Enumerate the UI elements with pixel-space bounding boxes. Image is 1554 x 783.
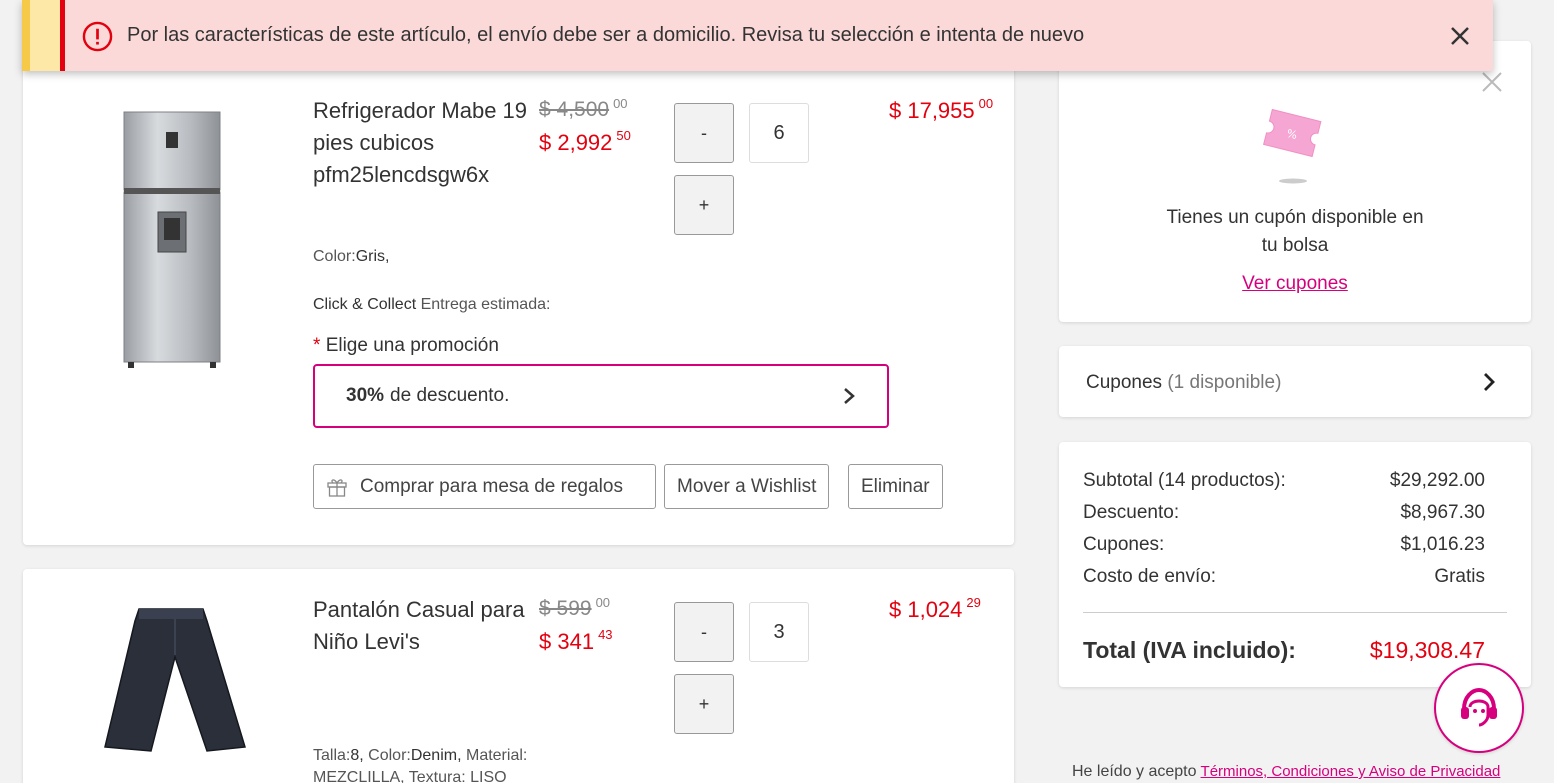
decrease-qty-button[interactable]: - (674, 103, 734, 163)
view-coupons-link[interactable]: Ver cupones (1059, 273, 1531, 295)
attributes-line-2: MEZCLILLA, Textura: LISO (313, 769, 507, 783)
summary-subtotal: Subtotal (14 productos): $29,292.00 (1083, 470, 1485, 491)
order-summary: Subtotal (14 productos): $29,292.00 Descu… (1059, 442, 1531, 687)
attributes: Talla:8, Color:Denim, Material: (313, 747, 528, 764)
gift-registry-button[interactable]: Comprar para mesa de regalos (313, 464, 656, 509)
sale-price: $ 341 43 (539, 627, 613, 654)
summary-shipping: Costo de envío: Gratis (1083, 566, 1485, 587)
move-to-wishlist-button[interactable]: Mover a Wishlist (664, 464, 830, 509)
close-icon[interactable] (1448, 24, 1472, 48)
sale-price: $ 2,992 50 (539, 128, 631, 155)
alert-message: Por las características de este artículo… (127, 24, 1085, 46)
promo-selector[interactable]: 30% de descuento. (313, 364, 889, 428)
decrease-qty-button[interactable]: - (674, 602, 734, 662)
original-price: $ 599 00 (539, 595, 611, 620)
terms-link[interactable]: Términos, Condiciones y Aviso de Privaci… (1201, 763, 1501, 780)
product-name[interactable]: Pantalón Casual para Niño Levi's (313, 594, 533, 658)
quantity-field[interactable]: 6 (749, 103, 809, 163)
cart-item-pants: Pantalón Casual para Niño Levi's $ 599 00… (23, 569, 1014, 783)
line-total: $ 17,955 00 (889, 96, 994, 123)
terms-acceptance: He leído y acepto Términos, Condiciones y… (1072, 763, 1501, 780)
line-total: $ 1,024 29 (889, 595, 981, 622)
help-chat-button[interactable] (1434, 663, 1524, 753)
increase-qty-button[interactable]: + (674, 674, 734, 734)
coupons-row[interactable]: Cupones (1 disponible) (1059, 346, 1531, 417)
original-price: $ 4,500 00 (539, 96, 628, 121)
chevron-right-icon (1484, 373, 1495, 391)
summary-total: Total (IVA incluido): $19,308.47 (1083, 637, 1485, 663)
refrigerator-image (123, 111, 221, 368)
coupon-ticket-icon: % (1263, 108, 1322, 184)
cart-item-refrigerator: Refrigerador Mabe 19 pies cubicos pfm25l… (23, 62, 1014, 545)
chevron-right-icon (844, 388, 855, 404)
quantity-field[interactable]: 3 (749, 602, 809, 662)
attribute-color: Color:Gris, (313, 248, 390, 265)
error-alert: Por las características de este artículo… (22, 0, 1493, 71)
coupon-message: Tienes un cupón disponible en tu bolsa (1166, 207, 1424, 256)
increase-qty-button[interactable]: + (674, 175, 734, 235)
summary-coupons: Cupones: $1,016.23 (1083, 534, 1485, 555)
support-agent-icon (1461, 687, 1497, 727)
promo-label: * Elige una promoción (313, 335, 499, 356)
divider (1083, 612, 1507, 613)
error-circle-icon (82, 21, 113, 52)
summary-discount: Descuento: $8,967.30 (1083, 502, 1485, 523)
alert-stripe-yellow-dark (22, 0, 30, 71)
remove-item-button[interactable]: Eliminar (848, 464, 943, 509)
delivery-info: Click & Collect Entrega estimada: (313, 296, 551, 313)
coupon-available-card: % Tienes un cupón disponible en tu bolsa… (1059, 41, 1531, 322)
gift-icon (327, 478, 347, 497)
product-name[interactable]: Refrigerador Mabe 19 pies cubicos pfm25l… (313, 95, 533, 191)
coupons-label: Cupones (1 disponible) (1086, 372, 1282, 393)
close-icon[interactable] (1481, 71, 1503, 93)
pants-image (104, 608, 246, 752)
alert-stripe-red (60, 0, 65, 71)
